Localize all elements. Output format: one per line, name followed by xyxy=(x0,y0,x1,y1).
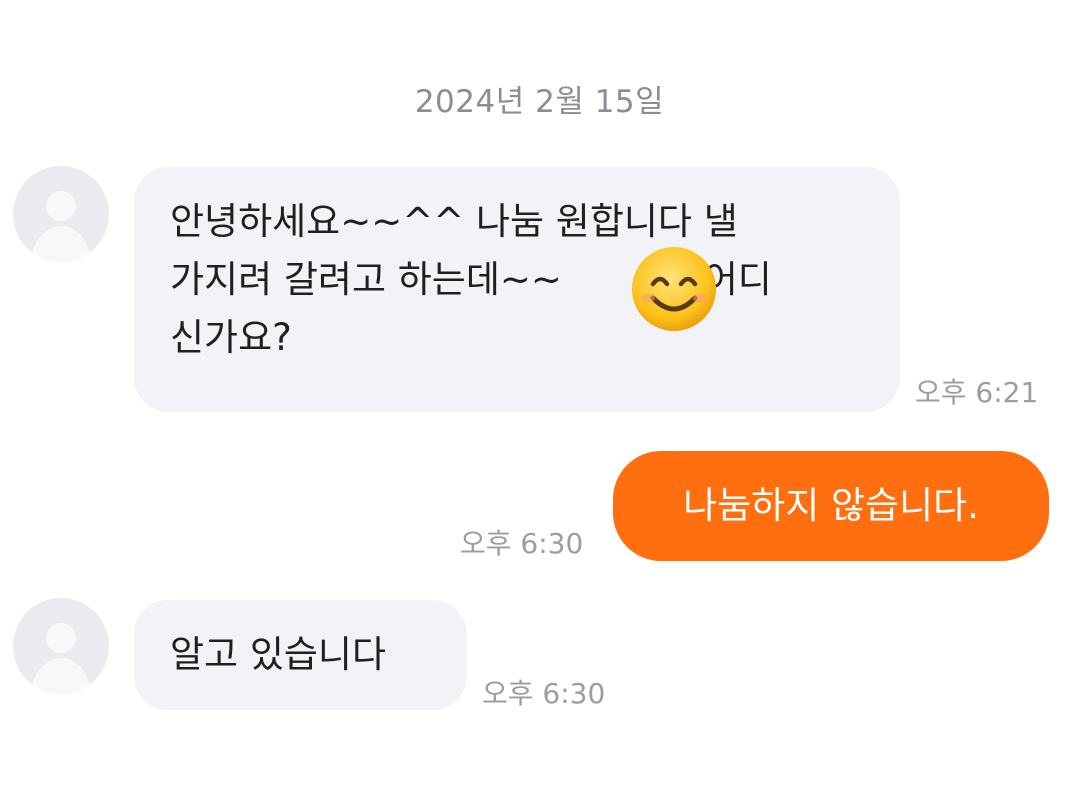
message-text: 알고 있습니다 xyxy=(170,633,387,676)
message-timestamp: 오후 6:30 xyxy=(460,527,584,560)
message-bubble-outgoing[interactable]: 나눔하지 않습니다. xyxy=(613,451,1049,561)
message-bubble-incoming[interactable]: 안녕하세요~~^^ 나눔 원합니다 낼 가지려 갈려고 하는데~~동 어디 신가… xyxy=(134,167,900,412)
chat-thread: 2024년 2월 15일 안녕하세요~~^^ 나눔 원합니다 낼 가지려 갈려고… xyxy=(0,0,1079,787)
sender-avatar[interactable] xyxy=(13,166,109,262)
message-bubble-incoming[interactable]: 알고 있습니다 xyxy=(134,600,467,710)
message-text-line: 가지려 갈려고 하는데~~동 어디 xyxy=(170,258,772,301)
message-text-line: 안녕하세요~~^^ 나눔 원합니다 낼 xyxy=(170,200,738,243)
default-user-avatar-icon xyxy=(31,623,91,694)
message-timestamp: 오후 6:30 xyxy=(482,677,606,710)
smiling-face-emoji-icon xyxy=(632,247,716,331)
default-user-avatar-icon xyxy=(31,191,91,262)
message-timestamp: 오후 6:21 xyxy=(915,376,1039,409)
message-text: 나눔하지 않습니다. xyxy=(683,484,979,527)
sender-avatar[interactable] xyxy=(13,598,109,694)
date-divider: 2024년 2월 15일 xyxy=(414,84,665,120)
message-text-line: 신가요? xyxy=(170,316,292,359)
